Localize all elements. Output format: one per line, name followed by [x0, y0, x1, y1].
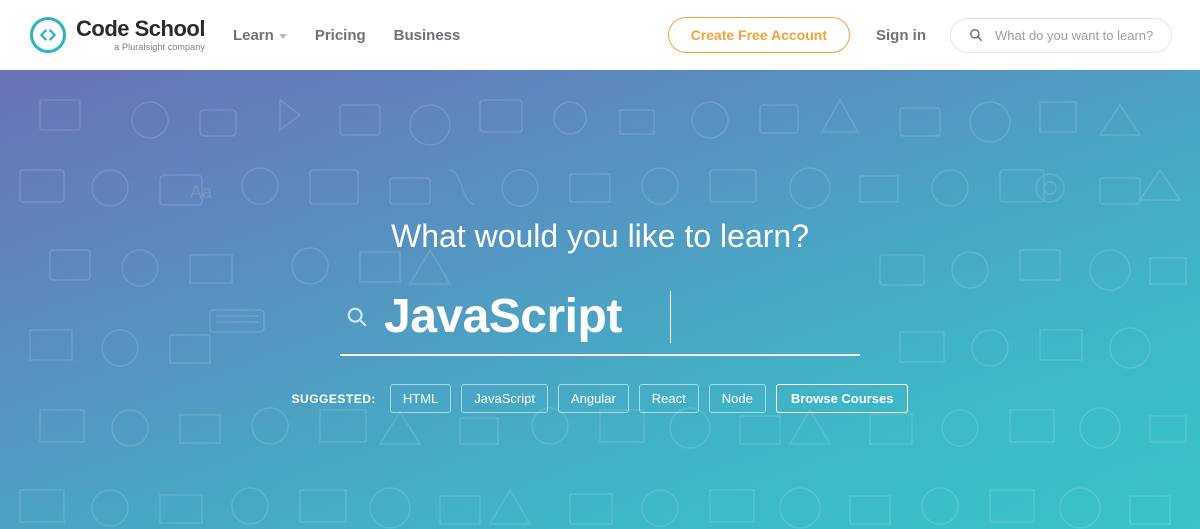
suggested-row: SUGGESTED: HTML JavaScript Angular React… [292, 384, 909, 413]
hero-title: What would you like to learn? [391, 218, 809, 255]
tag-node[interactable]: Node [709, 384, 766, 413]
logo-title: Code School [76, 18, 205, 40]
chevron-down-icon [279, 34, 287, 39]
header-search-input[interactable] [995, 28, 1153, 43]
hero: Aa What [0, 70, 1200, 529]
tag-react[interactable]: React [639, 384, 699, 413]
logo[interactable]: Code School a Pluralsight company [30, 17, 205, 53]
tag-javascript[interactable]: JavaScript [461, 384, 548, 413]
nav-learn-label: Learn [233, 27, 274, 44]
search-icon [969, 28, 983, 42]
tag-angular[interactable]: Angular [558, 384, 629, 413]
create-account-button[interactable]: Create Free Account [668, 17, 850, 53]
nav-pricing-label: Pricing [315, 27, 366, 44]
header-search[interactable] [950, 18, 1172, 53]
text-caret [670, 291, 671, 343]
search-icon [346, 306, 368, 328]
header: Code School a Pluralsight company Learn … [0, 0, 1200, 70]
nav-pricing[interactable]: Pricing [315, 27, 366, 44]
tag-html[interactable]: HTML [390, 384, 451, 413]
browse-courses-button[interactable]: Browse Courses [776, 384, 909, 413]
logo-subtitle: a Pluralsight company [114, 43, 205, 52]
nav-business-label: Business [394, 27, 461, 44]
hero-search[interactable] [340, 275, 860, 356]
hero-search-input[interactable] [384, 289, 670, 344]
nav-business[interactable]: Business [394, 27, 461, 44]
svg-text:Aa: Aa [190, 182, 213, 202]
logo-icon [30, 17, 66, 53]
logo-text: Code School a Pluralsight company [76, 18, 205, 52]
nav: Learn Pricing Business [233, 27, 460, 44]
sign-in-link[interactable]: Sign in [876, 27, 926, 44]
nav-learn[interactable]: Learn [233, 27, 287, 44]
suggested-label: SUGGESTED: [292, 392, 376, 406]
